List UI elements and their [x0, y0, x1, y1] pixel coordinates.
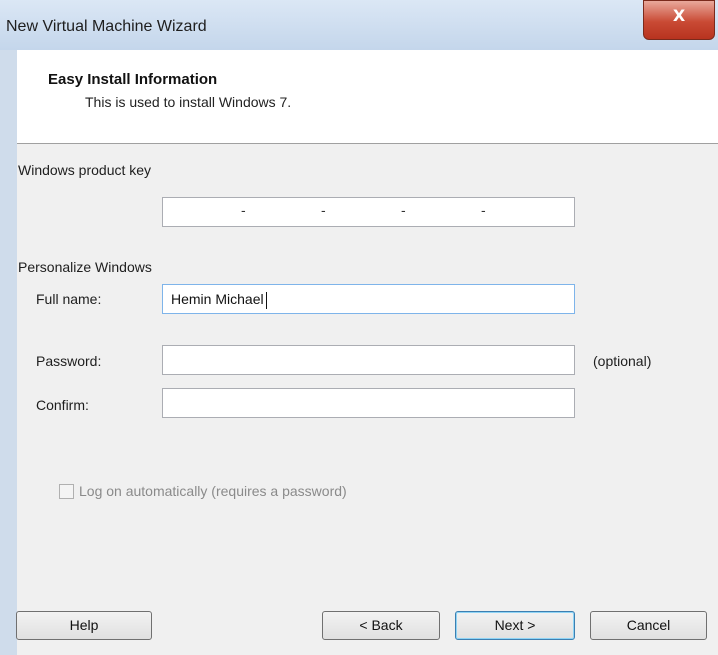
- product-key-label: Windows product key: [18, 162, 152, 178]
- wizard-window: New Virtual Machine Wizard X Easy Instal…: [0, 0, 718, 655]
- header-pane: Easy Install Information This is used to…: [17, 50, 718, 144]
- password-input[interactable]: [162, 345, 575, 375]
- title-bar[interactable]: New Virtual Machine Wizard X: [0, 0, 718, 50]
- full-name-label: Full name:: [36, 291, 102, 307]
- full-name-input[interactable]: Hemin Michael: [162, 284, 575, 314]
- close-button[interactable]: X: [643, 0, 715, 40]
- password-label: Password:: [36, 353, 102, 369]
- confirm-input[interactable]: [162, 388, 575, 418]
- product-key-separator: -: [481, 202, 486, 218]
- wizard-body: Easy Install Information This is used to…: [16, 50, 718, 655]
- full-name-value: Hemin Michael: [171, 291, 267, 309]
- close-icon: X: [672, 6, 686, 25]
- help-button[interactable]: Help: [16, 611, 152, 640]
- password-optional-hint: (optional): [593, 353, 652, 369]
- product-key-separator: -: [241, 202, 246, 218]
- personalize-windows-label: Personalize Windows: [18, 259, 152, 275]
- back-button[interactable]: < Back: [322, 611, 440, 640]
- product-key-input[interactable]: - - - -: [162, 197, 575, 227]
- product-key-separator: -: [321, 202, 326, 218]
- auto-logon-checkbox[interactable]: [59, 484, 74, 499]
- product-key-separator: -: [401, 202, 406, 218]
- text-caret: [265, 291, 267, 309]
- page-title: Easy Install Information: [48, 71, 218, 88]
- cancel-button[interactable]: Cancel: [590, 611, 707, 640]
- window-title: New Virtual Machine Wizard: [6, 18, 207, 35]
- auto-logon-label[interactable]: Log on automatically (requires a passwor…: [79, 483, 347, 499]
- confirm-label: Confirm:: [36, 397, 89, 413]
- page-subtitle: This is used to install Windows 7.: [85, 94, 292, 110]
- next-button[interactable]: Next >: [455, 611, 575, 640]
